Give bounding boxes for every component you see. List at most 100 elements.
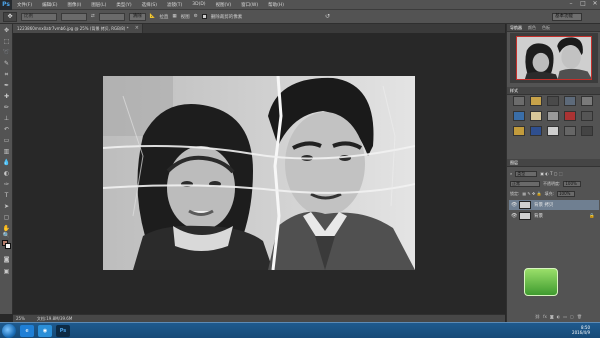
link-icon[interactable]: ⛓ (535, 314, 540, 319)
start-button[interactable] (2, 323, 16, 338)
screen-mode-icon[interactable]: ▣ (2, 268, 11, 276)
layer-row[interactable]: 👁 背景 🔒 (509, 211, 599, 221)
crop-tool-preset-icon[interactable]: ✥ (3, 11, 17, 22)
view-label[interactable]: 视图 (181, 14, 190, 20)
menu-3d[interactable]: 3D(D) (187, 2, 210, 7)
style-swatch[interactable] (513, 96, 525, 106)
new-layer-icon[interactable]: ▢ (570, 314, 574, 319)
maximize-button[interactable]: □ (580, 1, 586, 7)
opacity-field[interactable]: 100% (563, 180, 582, 187)
clear-button[interactable]: 清除 (128, 12, 146, 21)
close-document-icon[interactable]: × (135, 24, 139, 33)
style-swatch[interactable] (513, 126, 525, 136)
blur-tool-icon[interactable]: 💧 (2, 159, 11, 167)
history-brush-tool-icon[interactable]: ↶ (2, 126, 11, 134)
layer-name[interactable]: 背景 拷贝 (534, 202, 553, 208)
eye-icon[interactable]: 👁 (511, 202, 517, 208)
adjustment-icon[interactable]: ◐ (557, 314, 561, 319)
menu-image[interactable]: 图像(I) (62, 2, 86, 8)
style-swatch[interactable] (581, 96, 593, 106)
style-swatch[interactable] (530, 126, 542, 136)
style-swatch[interactable] (530, 96, 542, 106)
style-swatch[interactable] (513, 111, 525, 121)
navigator-preview[interactable] (510, 33, 598, 83)
menu-layer[interactable]: 图层(L) (86, 2, 111, 8)
tab-color[interactable]: 颜色 (528, 25, 536, 31)
eyedropper-tool-icon[interactable]: ✒ (2, 82, 11, 90)
quick-select-tool-icon[interactable]: ✎ (2, 60, 11, 68)
crop-tool-icon[interactable]: ⌗ (2, 71, 11, 79)
document-tab[interactable]: 1223860mnx0atr7vmb6.jpg @ 25% (背景 拷贝, RG… (13, 24, 143, 33)
group-icon[interactable]: ▭ (563, 314, 567, 319)
quick-mask-icon[interactable]: ◙ (2, 256, 11, 264)
marquee-tool-icon[interactable]: ⬚ (2, 38, 11, 46)
overlay-grid-icon[interactable]: ▦ (172, 14, 176, 19)
layer-kind-select[interactable]: 类型 (515, 170, 538, 177)
photoshop-task-icon[interactable]: Ps (56, 324, 70, 337)
menu-edit[interactable]: 编辑(E) (37, 2, 62, 8)
clone-stamp-tool-icon[interactable]: ⊥ (2, 115, 11, 123)
canvas-area[interactable] (13, 33, 505, 314)
style-swatch[interactable] (547, 126, 559, 136)
crop-width-field[interactable] (61, 12, 87, 21)
trash-icon[interactable]: 🗑 (577, 314, 582, 319)
minimize-button[interactable]: – (568, 1, 574, 7)
shape-tool-icon[interactable]: ▢ (2, 214, 11, 222)
navigator-thumbnail[interactable] (516, 36, 592, 80)
style-swatch[interactable] (564, 96, 576, 106)
photo-canvas[interactable] (103, 76, 415, 270)
style-swatch[interactable] (530, 111, 542, 121)
gradient-tool-icon[interactable]: ▥ (2, 148, 11, 156)
menu-view[interactable]: 视图(V) (211, 2, 237, 8)
tab-styles[interactable]: 样式 (510, 88, 518, 94)
document-info[interactable]: 文档:19.8M/39.6M (37, 316, 72, 322)
zoom-tool-icon[interactable]: 🔍 (2, 232, 11, 240)
tab-layers[interactable]: 图层 (510, 160, 518, 166)
undo-rotate-icon[interactable]: ↺ (325, 13, 330, 20)
type-tool-icon[interactable]: T (2, 192, 11, 200)
background-color-swatch[interactable] (5, 243, 11, 249)
layer-row[interactable]: 👁 背景 拷贝 (509, 200, 599, 210)
swap-icon[interactable]: ⇄ (91, 14, 95, 19)
fx-icon[interactable]: fx (543, 314, 547, 319)
crop-ratio-select[interactable]: 比例 (21, 12, 57, 21)
style-swatch[interactable] (581, 111, 593, 121)
dodge-tool-icon[interactable]: ◐ (2, 170, 11, 178)
menu-type[interactable]: 类型(Y) (111, 2, 136, 8)
menu-file[interactable]: 文件(F) (12, 2, 37, 8)
pen-tool-icon[interactable]: ✑ (2, 181, 11, 189)
delete-cropped-checkbox[interactable] (201, 14, 207, 19)
browser-icon[interactable]: ◉ (38, 324, 52, 337)
style-swatch[interactable] (547, 111, 559, 121)
menu-select[interactable]: 选择(S) (137, 2, 162, 8)
style-swatch[interactable] (564, 126, 576, 136)
blend-mode-select[interactable]: 正常 (510, 180, 540, 187)
straighten-icon[interactable]: 📐 (150, 14, 156, 19)
straighten-label[interactable]: 拉直 (159, 14, 168, 20)
settings-gear-icon[interactable]: ⚙ (194, 14, 198, 19)
lock-icons[interactable]: ▦ ✎ ✥ 🔒 (522, 191, 541, 196)
lasso-tool-icon[interactable]: ➰ (2, 49, 11, 57)
style-swatch[interactable] (564, 111, 576, 121)
brush-tool-icon[interactable]: ✏ (2, 104, 11, 112)
layer-name[interactable]: 背景 (534, 213, 543, 219)
mask-icon[interactable]: ◙ (550, 314, 554, 319)
eye-icon[interactable]: 👁 (511, 213, 517, 219)
menu-help[interactable]: 帮助(H) (263, 2, 289, 8)
style-swatch[interactable] (581, 126, 593, 136)
crop-height-field[interactable] (98, 12, 125, 21)
filter-icons[interactable]: ▣ ◐ T ▢ ⬚ (540, 171, 562, 176)
ie-icon[interactable]: e (20, 324, 34, 337)
move-tool-icon[interactable]: ✥ (2, 27, 11, 35)
menu-filter[interactable]: 滤镜(T) (162, 2, 187, 8)
clock[interactable]: 8:50 2016/4/9 (572, 325, 590, 335)
close-button[interactable]: ✕ (592, 1, 598, 7)
healing-brush-tool-icon[interactable]: ✚ (2, 93, 11, 101)
menu-window[interactable]: 窗口(W) (236, 2, 263, 8)
zoom-level[interactable]: 25% (16, 316, 25, 321)
tab-navigator[interactable]: 导航器 (510, 25, 522, 31)
workspace-select[interactable]: 基本功能 (552, 13, 582, 21)
eraser-tool-icon[interactable]: ▭ (2, 137, 11, 145)
tab-swatches[interactable]: 色板 (542, 25, 550, 31)
fill-field[interactable]: 100% (557, 190, 575, 197)
